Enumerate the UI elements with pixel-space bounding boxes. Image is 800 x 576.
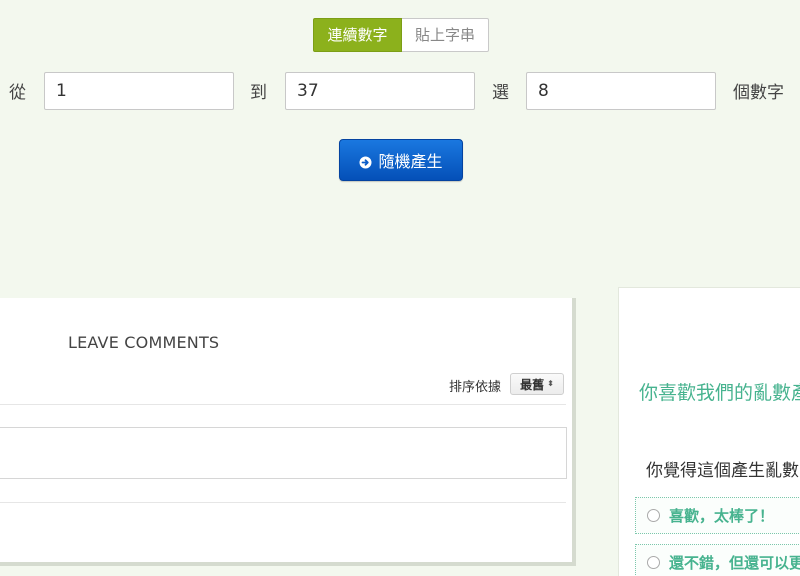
mode-consecutive-numbers-button[interactable]: 連續數字 xyxy=(313,18,402,52)
to-input[interactable] xyxy=(285,72,475,110)
radio-icon[interactable] xyxy=(647,509,660,522)
comments-divider-bottom xyxy=(0,502,566,503)
pick-label: 選 xyxy=(492,83,509,103)
sort-selected-value: 最舊 xyxy=(520,377,545,392)
count-unit-label: 個數字 xyxy=(733,83,784,103)
sort-arrows-icon: ⬍ xyxy=(547,379,554,388)
mode-toggle: 連續數字 貼上字串 xyxy=(313,18,489,52)
sort-label: 排序依據 xyxy=(449,380,502,395)
arrow-circle-right-icon xyxy=(359,154,372,168)
comments-title: LEAVE COMMENTS xyxy=(68,333,220,352)
generate-button-label: 隨機產生 xyxy=(378,152,443,171)
from-input[interactable] xyxy=(44,72,234,110)
poll-title: 你喜歡我們的亂數產生器嗎 xyxy=(639,382,800,404)
comments-divider-top xyxy=(0,404,566,405)
from-label: 從 xyxy=(9,83,26,103)
to-label: 到 xyxy=(250,83,267,103)
comment-input-box[interactable] xyxy=(0,427,567,479)
mode-paste-string-button[interactable]: 貼上字串 xyxy=(402,18,489,52)
poll-option-label: 喜歡，太棒了！ xyxy=(669,507,775,525)
comments-panel: LEAVE COMMENTS 排序依據 最舊 ⬍ xyxy=(0,298,576,566)
pick-count-input[interactable] xyxy=(526,72,716,110)
poll-option[interactable]: 喜歡，太棒了！ xyxy=(635,497,800,534)
poll-option-label: 還不錯，但還可以更好 xyxy=(669,554,800,572)
poll-question: 你覺得這個產生亂數的工具 xyxy=(646,461,800,481)
radio-icon[interactable] xyxy=(647,556,660,569)
poll-option[interactable]: 還不錯，但還可以更好 xyxy=(635,544,800,576)
page: 連續數字 貼上字串 從 到 選 個數字 隨機產生 LEAVE COMMENTS … xyxy=(0,0,800,576)
poll-panel: 你喜歡我們的亂數產生器嗎 你覺得這個產生亂數的工具 喜歡，太棒了！ 還不錯，但還… xyxy=(618,287,800,576)
sort-order-select[interactable]: 最舊 ⬍ xyxy=(510,373,564,395)
generate-random-button[interactable]: 隨機產生 xyxy=(339,139,463,181)
